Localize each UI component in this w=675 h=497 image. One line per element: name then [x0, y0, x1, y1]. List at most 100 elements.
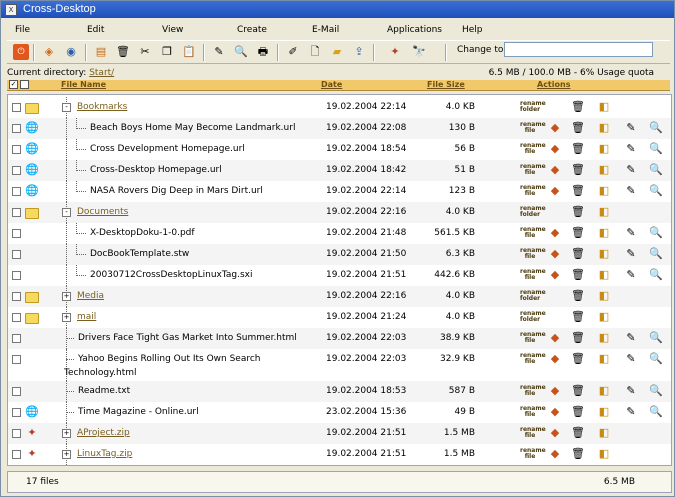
row-checkbox[interactable] [12, 103, 21, 112]
move-icon[interactable]: ◆ [548, 184, 562, 198]
view-icon[interactable]: 🔍 [649, 226, 663, 240]
tree-expander[interactable]: - [62, 208, 71, 217]
view-icon[interactable]: 🔍 [649, 247, 663, 261]
properties-icon[interactable]: ◧ [597, 121, 611, 135]
file-row[interactable]: DocBookTemplate.stw 19.02.2004 21:50 6.3 K… [8, 244, 671, 265]
file-row[interactable]: Yahoo Begins Rolling Out Its Own Search T… [8, 349, 671, 381]
new-folder-icon[interactable]: ▰ [329, 44, 345, 60]
menu-create[interactable]: Create [237, 25, 267, 35]
row-checkbox[interactable] [12, 166, 21, 175]
delete-icon[interactable]: 🗑 [571, 405, 585, 419]
tree-expander[interactable]: + [62, 429, 71, 438]
rename-folder-button[interactable]: rename folder [520, 101, 546, 113]
file-name[interactable]: Documents [77, 207, 128, 217]
delete-icon[interactable]: 🗑 [571, 426, 585, 440]
row-checkbox[interactable] [12, 313, 21, 322]
edit-icon[interactable]: ✎ [624, 247, 638, 261]
rename-folder-button[interactable]: rename folder [520, 206, 546, 218]
move-icon[interactable]: ◆ [548, 121, 562, 135]
row-checkbox[interactable] [12, 292, 21, 301]
menu-help[interactable]: Help [462, 25, 483, 35]
rename-file-button[interactable]: rename file [520, 248, 546, 260]
delete-icon[interactable]: 🗑 [571, 100, 585, 114]
view-icon[interactable]: 🔍 [649, 352, 663, 366]
select-all-checkbox[interactable]: ✓ [9, 80, 18, 89]
delete-icon[interactable]: 🗑 [571, 352, 585, 366]
properties-icon[interactable]: ◧ [597, 310, 611, 324]
properties-icon[interactable]: ▤ [93, 44, 109, 60]
move-icon[interactable]: ◆ [548, 142, 562, 156]
col-file-name[interactable]: File Name [61, 80, 106, 89]
folder-row[interactable]: + Media 19.02.2004 22:16 4.0 KB rename folde… [8, 286, 671, 307]
properties-icon[interactable]: ◧ [597, 100, 611, 114]
upload-icon[interactable]: ⇪ [351, 44, 367, 60]
back-icon[interactable]: ◈ [41, 44, 57, 60]
file-row[interactable]: X-DesktopDoku-1-0.pdf 19.02.2004 21:48 561… [8, 223, 671, 244]
move-icon[interactable]: ◆ [548, 163, 562, 177]
row-checkbox[interactable] [12, 408, 21, 417]
delete-icon[interactable]: 🗑 [571, 310, 585, 324]
delete-icon[interactable]: 🗑 [571, 447, 585, 461]
edit-icon[interactable]: ✎ [624, 142, 638, 156]
row-checkbox[interactable] [12, 271, 21, 280]
menu-view[interactable]: View [162, 25, 183, 35]
file-row[interactable]: Readme.txt 19.02.2004 18:53 587 B rename fi… [8, 381, 671, 402]
edit-icon[interactable]: ✎ [624, 331, 638, 345]
rename-file-button[interactable]: rename file [520, 427, 546, 439]
edit-icon[interactable]: ✎ [624, 268, 638, 282]
row-checkbox[interactable] [12, 124, 21, 133]
row-checkbox[interactable] [12, 145, 21, 154]
properties-icon[interactable]: ◧ [597, 426, 611, 440]
new-file-icon[interactable]: ✐ [285, 44, 301, 60]
properties-icon[interactable]: ◧ [597, 205, 611, 219]
tree-expander[interactable]: + [62, 313, 71, 322]
move-icon[interactable]: ◆ [548, 226, 562, 240]
rename-file-button[interactable]: rename file [520, 385, 546, 397]
edit-icon[interactable]: ✎ [624, 405, 638, 419]
preview-icon[interactable]: 🔍 [233, 44, 249, 60]
properties-icon[interactable]: ◧ [597, 142, 611, 156]
properties-icon[interactable]: ◧ [597, 331, 611, 345]
menu-file[interactable]: File [15, 25, 30, 35]
move-icon[interactable]: ◆ [548, 268, 562, 282]
properties-icon[interactable]: ◧ [597, 352, 611, 366]
file-row[interactable]: ✦ + LinuxTag.zip 19.02.2004 21:51 1.5 MB rena… [8, 444, 671, 465]
file-row[interactable]: 🌐 NASA Rovers Dig Deep in Mars Dirt.url 19… [8, 181, 671, 202]
properties-icon[interactable]: ◧ [597, 268, 611, 282]
properties-icon[interactable]: ◧ [597, 289, 611, 303]
file-row[interactable]: 🌐 Beach Boys Home May Become Landmark.url… [8, 118, 671, 139]
rename-file-button[interactable]: rename file [520, 227, 546, 239]
edit-icon[interactable]: ✎ [624, 226, 638, 240]
view-icon[interactable]: 🔍 [649, 184, 663, 198]
file-row[interactable]: 🌐 Cross Development Homepage.url 19.02.200… [8, 139, 671, 160]
network-icon[interactable]: ◉ [63, 44, 79, 60]
file-name[interactable]: LinuxTag.zip [77, 449, 132, 459]
delete-icon[interactable]: 🗑 [571, 289, 585, 303]
move-icon[interactable]: ◆ [548, 352, 562, 366]
move-icon[interactable]: ◆ [548, 405, 562, 419]
edit-icon[interactable]: ✎ [211, 44, 227, 60]
row-checkbox[interactable] [12, 429, 21, 438]
view-icon[interactable]: 🔍 [649, 121, 663, 135]
properties-icon[interactable]: ◧ [597, 384, 611, 398]
folder-row[interactable]: - Documents 19.02.2004 22:16 4.0 KB rename f… [8, 202, 671, 223]
rename-file-button[interactable]: rename file [520, 122, 546, 134]
view-icon[interactable]: 🔍 [649, 142, 663, 156]
row-checkbox[interactable] [12, 229, 21, 238]
tree-expander[interactable]: + [62, 450, 71, 459]
col-file-size[interactable]: File Size [427, 80, 465, 89]
delete-icon[interactable]: 🗑 [571, 163, 585, 177]
properties-icon[interactable]: ◧ [597, 226, 611, 240]
col-date[interactable]: Date [321, 80, 342, 89]
move-icon[interactable]: ◆ [548, 331, 562, 345]
menu-applications[interactable]: Applications [387, 25, 442, 35]
properties-icon[interactable]: ◧ [597, 447, 611, 461]
delete-icon[interactable]: 🗑 [115, 44, 131, 60]
rename-folder-button[interactable]: rename folder [520, 290, 546, 302]
delete-icon[interactable]: 🗑 [571, 384, 585, 398]
copy-icon[interactable]: ❐ [159, 44, 175, 60]
change-to-input[interactable] [504, 42, 653, 57]
rename-file-button[interactable]: rename file [520, 353, 546, 365]
move-icon[interactable]: ◆ [548, 426, 562, 440]
file-name[interactable]: Bookmarks [77, 102, 127, 112]
